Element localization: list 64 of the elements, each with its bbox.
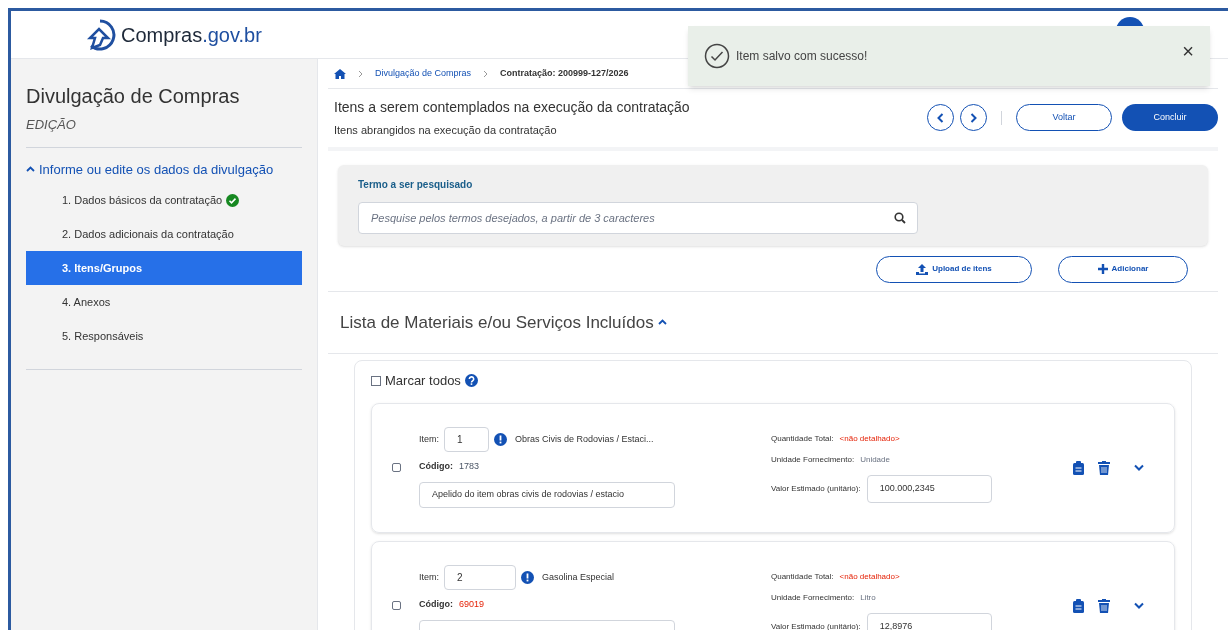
info-icon[interactable] [494, 433, 507, 447]
breadcrumb-current: Contratação: 200999-127/2026 [500, 66, 629, 80]
value-field[interactable]: 12,8976 [866, 612, 992, 630]
page-subtitle: Itens abrangidos na execução da contratação [334, 123, 558, 138]
sidebar-item[interactable]: 5. Responsáveis [26, 319, 302, 353]
select-all-checkbox[interactable]: Marcar todos [371, 371, 1175, 391]
upload-icon [916, 263, 929, 275]
item-label: Item: [419, 433, 439, 446]
unit-value: Unidade [860, 453, 890, 466]
value-label: Valor Estimado (unitário): [771, 482, 861, 495]
home-icon[interactable] [334, 68, 346, 79]
search-label: Termo a ser pesquisado [358, 177, 474, 192]
value-field[interactable]: 100.000,2345 [866, 474, 992, 503]
plus-icon [1097, 264, 1108, 274]
page-title: Itens a serem contemplados na execução da contratação [334, 98, 690, 117]
item-code: 1783 [459, 460, 480, 474]
quantity-label: Quantidade Total: [771, 432, 834, 445]
item-description: Gasolina Especial [542, 571, 615, 584]
item-label: Item: [419, 571, 439, 584]
sidebar-item[interactable]: 1. Dados básicos da contratação [26, 183, 302, 217]
quantity-value: <não detalhado> [839, 570, 900, 583]
sidebar-title: Divulgação de Compras [26, 84, 241, 109]
code-label: Código: [419, 598, 453, 612]
checkbox[interactable] [392, 463, 401, 472]
item-number-field[interactable]: 1 [444, 427, 489, 453]
unit-label: Unidade Fornecimento: [771, 453, 855, 466]
trash-icon[interactable] [1098, 460, 1110, 475]
breadcrumb-link[interactable]: Divulgação de Compras [375, 66, 472, 81]
search-field[interactable]: Pesquise pelos termos desejados, a partir de 3 caracteres [358, 201, 918, 234]
sidebar-item[interactable]: 3. Itens/Grupos [26, 251, 302, 285]
chevron-right-icon [358, 69, 363, 78]
clipboard-icon[interactable] [1073, 598, 1084, 613]
clipboard-icon[interactable] [1073, 460, 1084, 475]
chevron-right-icon [483, 69, 489, 78]
item-description: Obras Civis de Rodovias / Estaci... [515, 433, 654, 446]
nickname-field[interactable]: Apelido do item obras civis de rodovias / estacio [419, 481, 675, 508]
sidebar-subtitle: EDIÇÃO [26, 115, 302, 148]
check-circle-icon [704, 43, 730, 69]
value-label: Valor Estimado (unitário): [771, 620, 861, 630]
sidebar-item[interactable]: 4. Anexos [26, 285, 302, 319]
quantity-value: <não detalhado> [839, 432, 900, 445]
chevron-down-icon[interactable] [1134, 464, 1144, 471]
section-toggle[interactable]: Informe ou edite os dados da divulgação [26, 159, 274, 179]
unit-label: Unidade Fornecimento: [771, 591, 855, 604]
chevron-icon[interactable] [657, 319, 667, 326]
unit-value: Litro [860, 591, 876, 604]
item-number-field[interactable]: 2 [444, 565, 516, 591]
toast-message: Item salvo com sucesso! [736, 48, 869, 65]
finish-button[interactable]: Concluir [1122, 104, 1218, 132]
info-icon[interactable] [521, 571, 534, 585]
code-label: Código: [419, 460, 453, 474]
search-icon[interactable] [894, 211, 906, 224]
chevron-down-icon[interactable] [1134, 602, 1144, 609]
item-code: 69019 [459, 598, 485, 612]
help-icon[interactable] [464, 374, 478, 388]
chevron-right-icon [970, 112, 977, 123]
checkbox[interactable] [392, 601, 401, 610]
trash-icon[interactable] [1098, 598, 1110, 613]
sidebar-item[interactable]: 2. Dados adicionais da contratação [26, 217, 302, 251]
logo-text[interactable]: Compras.gov.br [121, 19, 262, 50]
chevron-left-icon [937, 112, 944, 123]
quantity-label: Quantidade Total: [771, 570, 834, 583]
list-title: Lista de Materiais e/ou Serviços Incluídos [340, 311, 654, 334]
close-button[interactable]: × [1182, 36, 1194, 66]
